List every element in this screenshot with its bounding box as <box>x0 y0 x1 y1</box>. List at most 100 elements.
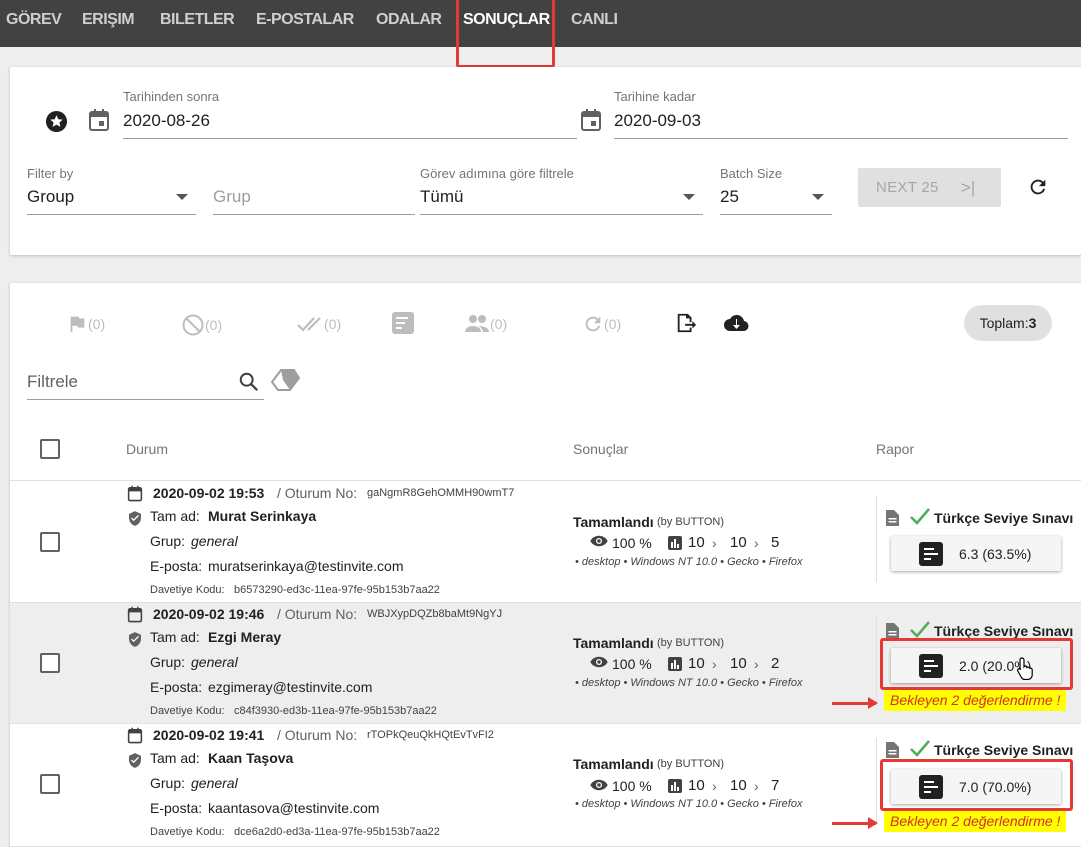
search-icon[interactable] <box>238 371 260 393</box>
document-icon[interactable] <box>886 510 899 526</box>
document-icon[interactable] <box>886 623 899 639</box>
invite-label: Davetiye Kodu: <box>150 705 225 717</box>
score-q2: 10 <box>730 534 747 551</box>
blocked-count: (0) <box>205 317 223 333</box>
next-page-button[interactable]: NEXT 25 >| <box>858 168 1001 207</box>
arrow-right-icon <box>832 697 878 709</box>
flag-icon <box>70 316 85 333</box>
batch-size-select[interactable]: 25 <box>720 187 739 207</box>
score-q2: 10 <box>730 655 747 672</box>
done-all-count: (0) <box>324 316 342 332</box>
view-percent: 100 % <box>612 535 652 551</box>
refresh-icon[interactable] <box>1027 176 1049 198</box>
date-after-input[interactable]: 2020-08-26 <box>123 111 210 131</box>
eraser-icon[interactable] <box>270 368 300 392</box>
completed-by: (by BUTTON) <box>657 516 725 528</box>
invite-code: c84f3930-ed3b-11ea-97fe-95b153b7aa22 <box>234 705 437 717</box>
group-label: Grup: <box>150 533 186 549</box>
flag-filter-button[interactable]: (0) <box>66 313 105 335</box>
tab-odalar[interactable]: ODALAR <box>376 0 442 47</box>
fullname-value: Ezgi Meray <box>208 629 282 645</box>
check-icon <box>910 620 930 638</box>
row-checkbox[interactable] <box>40 532 60 552</box>
bar-chart-icon <box>668 536 682 550</box>
tab-biletler[interactable]: BILETLER <box>160 0 235 47</box>
fullname-label: Tam ad: <box>150 750 200 766</box>
people-icon <box>465 315 489 332</box>
score-report-button[interactable]: 6.3 (63.5%) <box>891 536 1061 571</box>
assessment-icon <box>919 541 943 566</box>
score-report-button[interactable]: 7.0 (70.0%) <box>891 769 1061 804</box>
exam-name: Türkçe Seviye Sınavı <box>934 623 1074 639</box>
table-row[interactable]: 2020-09-02 19:53 / Oturum No: gaNgmR8Geh… <box>10 482 1081 603</box>
task-step-underline <box>420 214 703 215</box>
retry-count: (0) <box>604 316 622 332</box>
tab-epostalar[interactable]: E-POSTALAR <box>256 0 354 47</box>
table-header: Durum Sonuçlar Rapor <box>10 417 1081 481</box>
score-q3: 7 <box>771 777 780 794</box>
star-icon[interactable] <box>45 110 68 133</box>
date-before-label: Tarihine kadar <box>614 89 696 104</box>
filter-input[interactable]: Filtrele <box>27 372 78 392</box>
chevron-down-icon[interactable] <box>812 194 824 200</box>
session-label: / Oturum No: <box>277 606 358 622</box>
calendar-icon[interactable] <box>580 108 602 132</box>
date-before-underline <box>614 138 1068 139</box>
select-all-checkbox[interactable] <box>40 439 60 459</box>
invite-code: dce6a2d0-ed3a-11ea-97fe-95b153b7aa22 <box>234 826 440 838</box>
done-all-filter-button[interactable]: (0) <box>296 313 341 335</box>
row-checkbox[interactable] <box>40 774 60 794</box>
column-status: Durum <box>126 441 169 457</box>
score-q1: 10 <box>688 534 705 551</box>
group-value: general <box>191 654 238 670</box>
environment-info: • desktop • Windows NT 10.0 • Gecko • Fi… <box>575 677 803 689</box>
session-label: / Oturum No: <box>277 727 358 743</box>
calendar-icon[interactable] <box>88 108 110 132</box>
group-value: general <box>191 533 238 549</box>
hand-cursor-icon <box>1016 656 1036 680</box>
verified-shield-icon <box>127 510 143 527</box>
tab-sonuclar[interactable]: SONUÇLAR <box>463 0 550 47</box>
tab-erisim[interactable]: ERIŞIM <box>82 0 135 47</box>
invite-label: Davetiye Kodu: <box>150 826 225 838</box>
report-filter-button[interactable] <box>391 311 415 335</box>
chevron-down-icon[interactable] <box>176 194 188 200</box>
tab-gorev[interactable]: GÖREV <box>6 0 62 47</box>
document-icon[interactable] <box>886 742 899 758</box>
blocked-filter-button[interactable]: (0) <box>181 313 222 337</box>
filter-by-select[interactable]: Group <box>27 187 74 207</box>
session-id: rTOPkQeuQkHQtEvTvFI2 <box>367 729 494 741</box>
cloud-download-icon[interactable] <box>723 312 749 334</box>
row-checkbox[interactable] <box>40 653 60 673</box>
total-label: Toplam: <box>979 315 1029 331</box>
chevron-right-icon: › <box>754 656 759 672</box>
fullname-label: Tam ad: <box>150 508 200 524</box>
group-input[interactable]: Grup <box>213 187 251 207</box>
fullname-value: Kaan Taşova <box>208 750 294 766</box>
export-icon[interactable] <box>675 312 697 334</box>
environment-info: • desktop • Windows NT 10.0 • Gecko • Fi… <box>575 556 803 568</box>
exam-name: Türkçe Seviye Sınavı <box>934 742 1074 758</box>
bar-chart-icon <box>668 657 682 671</box>
retry-filter-button[interactable]: (0) <box>582 313 621 335</box>
task-step-select[interactable]: Tümü <box>420 187 463 207</box>
group-underline <box>213 214 415 215</box>
date-after-underline <box>123 138 577 139</box>
report-divider <box>876 496 877 582</box>
filter-underline <box>27 399 264 400</box>
table-row[interactable]: 2020-09-02 19:41 / Oturum No: rTOPkQeuQk… <box>10 724 1081 847</box>
people-filter-button[interactable]: (0) <box>464 313 507 335</box>
filter-by-label: Filter by <box>27 166 74 181</box>
tab-canli[interactable]: CANLI <box>571 0 618 47</box>
score-q3: 5 <box>771 534 780 551</box>
check-icon <box>910 739 930 757</box>
chevron-down-icon[interactable] <box>683 194 695 200</box>
verified-shield-icon <box>127 752 143 769</box>
table-row[interactable]: 2020-09-02 19:46 / Oturum No: WBJXypDQZb… <box>10 603 1081 724</box>
next-page-label: NEXT 25 <box>876 179 939 196</box>
chevron-right-icon: › <box>712 656 717 672</box>
group-label: Grup: <box>150 654 186 670</box>
report-divider <box>876 617 877 703</box>
task-step-label: Görev adımına göre filtrele <box>420 166 574 181</box>
date-before-input[interactable]: 2020-09-03 <box>614 111 701 131</box>
